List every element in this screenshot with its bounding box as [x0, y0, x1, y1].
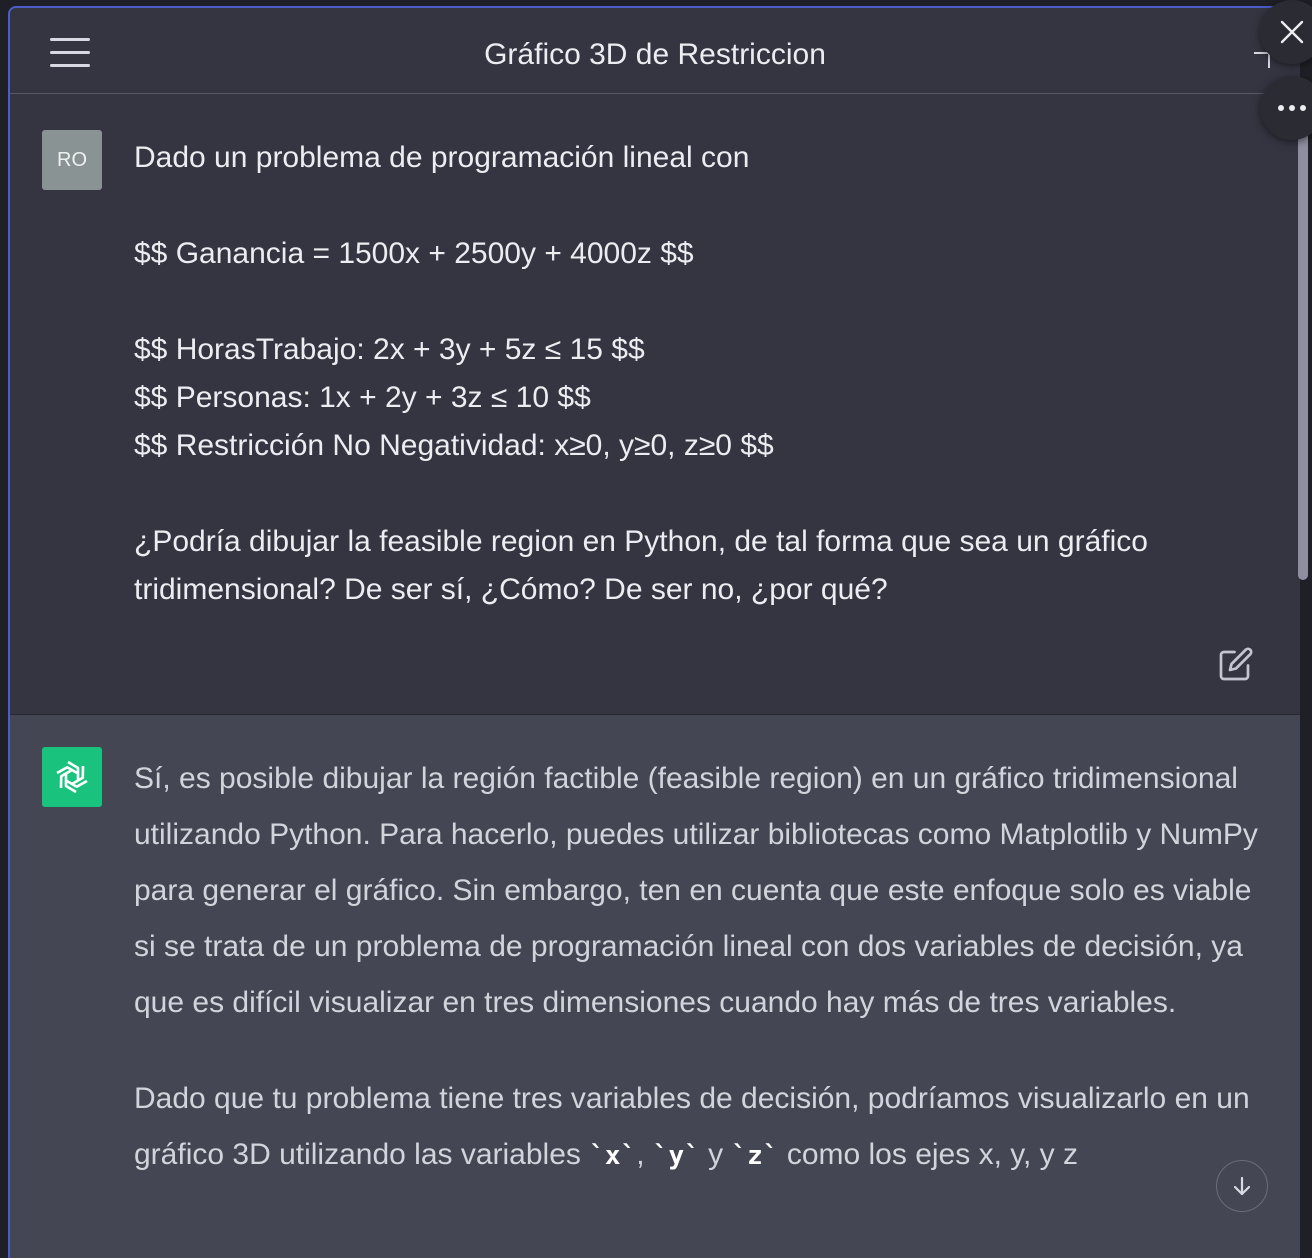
- user-line: $$ Restricción No Negatividad: x≥0, y≥0,…: [134, 429, 774, 462]
- arrow-down-icon[interactable]: [1216, 1160, 1268, 1212]
- scrollbar[interactable]: [1298, 90, 1308, 580]
- inline-code: `y`: [652, 1141, 700, 1171]
- user-line: $$ Ganancia = 1500x + 2500y + 4000z $$: [134, 237, 694, 270]
- conversation-title: Gráfico 3D de Restriccion: [484, 38, 826, 71]
- assistant-paragraph: Dado que tu problema tiene tres variable…: [134, 1082, 1250, 1171]
- assistant-message-text: Sí, es posible dibujar la región factibl…: [134, 751, 1270, 1224]
- assistant-paragraph: Sí, es posible dibujar la región factibl…: [134, 762, 1258, 1019]
- user-line: Dado un problema de programación lineal …: [134, 141, 750, 174]
- inline-code: `x`: [589, 1141, 637, 1171]
- user-message-text: Dado un problema de programación lineal …: [134, 134, 1260, 614]
- user-avatar: RO: [42, 130, 102, 190]
- assistant-message: Sí, es posible dibujar la región factibl…: [10, 715, 1300, 1258]
- openai-logo-icon: [42, 747, 102, 807]
- corner-icon: [1254, 52, 1270, 68]
- inline-code: `z`: [731, 1141, 779, 1171]
- user-line: ¿Podría dibujar la feasible region en Py…: [134, 525, 1148, 606]
- user-line: $$ HorasTrabajo: 2x + 3y + 5z ≤ 15 $$: [134, 333, 645, 366]
- top-bar: Gráfico 3D de Restriccion: [10, 8, 1300, 94]
- edit-icon[interactable]: [1218, 646, 1254, 682]
- user-message: RO Dado un problema de programación line…: [10, 94, 1300, 715]
- user-line: $$ Personas: 1x + 2y + 3z ≤ 10 $$: [134, 381, 591, 414]
- chat-window: Gráfico 3D de Restriccion RO Dado un pro…: [8, 6, 1300, 1258]
